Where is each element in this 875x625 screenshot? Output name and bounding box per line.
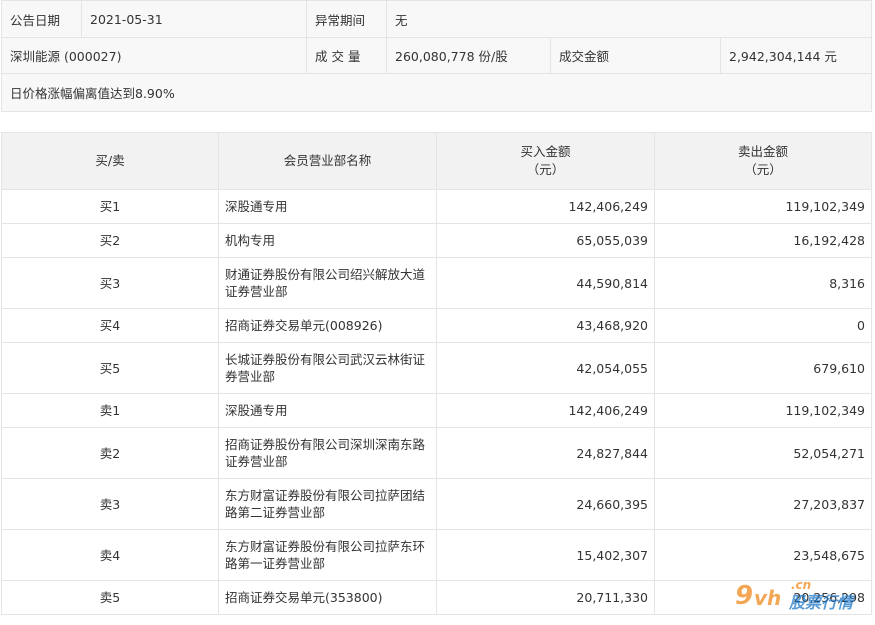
- buy-amount-cell: 142,406,249: [436, 189, 655, 224]
- stock-name: 深圳能源 (000027): [1, 37, 307, 74]
- table-row: 卖4 东方财富证券股份有限公司拉萨东环路第一证券营业部 15,402,307 23,5…: [1, 529, 872, 581]
- sell-amount-cell: 52,054,271: [654, 427, 872, 479]
- announce-date-value: 2021-05-31: [81, 0, 307, 38]
- branch-cell: 东方财富证券股份有限公司拉萨团结路第二证券营业部: [218, 478, 437, 530]
- side-cell: 卖4: [1, 529, 219, 581]
- table-row: 卖2 招商证券股份有限公司深圳深南东路证券营业部 24,827,844 52,054,…: [1, 427, 872, 479]
- sell-amount-cell: 0: [654, 308, 872, 343]
- abnormal-period-label: 异常期间: [306, 0, 387, 38]
- table-row: 卖3 东方财富证券股份有限公司拉萨团结路第二证券营业部 24,660,395 27,2…: [1, 478, 872, 530]
- sell-amount-cell: 679,610: [654, 342, 872, 394]
- sell-amount-cell: 119,102,349: [654, 189, 872, 224]
- buy-amount-cell: 15,402,307: [436, 529, 655, 581]
- branch-cell: 招商证券交易单元(353800): [218, 580, 437, 615]
- side-cell: 买2: [1, 223, 219, 258]
- side-cell: 买3: [1, 257, 219, 309]
- header-buy-amount: 买入金额 （元）: [436, 132, 655, 190]
- turnover-label: 成交金额: [550, 37, 721, 74]
- branch-cell: 机构专用: [218, 223, 437, 258]
- sell-amount-cell: 16,192,428: [654, 223, 872, 258]
- branch-cell: 招商证券交易单元(008926): [218, 308, 437, 343]
- sell-amount-cell: 119,102,349: [654, 393, 872, 428]
- table-row: 买2 机构专用 65,055,039 16,192,428: [1, 223, 872, 258]
- trade-detail-table: 买/卖 会员营业部名称 买入金额 （元） 卖出金额 （元） 买1 深股通专用 142…: [1, 132, 872, 615]
- table-row: 卖1 深股通专用 142,406,249 119,102,349: [1, 393, 872, 428]
- table-row: 买3 财通证券股份有限公司绍兴解放大道证券营业部 44,590,814 8,316: [1, 257, 872, 309]
- side-cell: 买4: [1, 308, 219, 343]
- header-branch: 会员营业部名称: [218, 132, 437, 190]
- table-row: 买5 长城证券股份有限公司武汉云林街证券营业部 42,054,055 679,610: [1, 342, 872, 394]
- header-sell-line1: 卖出金额: [737, 144, 788, 159]
- volume-label: 成 交 量: [306, 37, 387, 74]
- side-cell: 卖1: [1, 393, 219, 428]
- reason-text: 日价格涨幅偏离值达到8.90%: [0, 73, 873, 112]
- abnormal-period-value: 无: [385, 0, 873, 38]
- table-row: 买1 深股通专用 142,406,249 119,102,349: [1, 189, 872, 224]
- sell-amount-cell: 8,316: [654, 257, 872, 309]
- side-cell: 卖3: [1, 478, 219, 530]
- buy-amount-cell: 24,660,395: [436, 478, 655, 530]
- branch-cell: 深股通专用: [218, 189, 437, 224]
- announce-date-label: 公告日期: [1, 0, 82, 38]
- info-row-reason: 日价格涨幅偏离值达到8.90%: [0, 73, 873, 112]
- info-table: 公告日期 2021-05-31 异常期间 无 深圳能源 (000027) 成 交…: [0, 0, 873, 112]
- side-cell: 卖5: [1, 580, 219, 615]
- table-body: 买1 深股通专用 142,406,249 119,102,349 买2 机构专用 65,05…: [1, 189, 872, 615]
- sell-amount-cell: 27,203,837: [654, 478, 872, 530]
- header-side: 买/卖: [1, 132, 219, 190]
- header-buy-line2: （元）: [526, 162, 565, 177]
- buy-amount-cell: 42,054,055: [436, 342, 655, 394]
- header-sell-line2: （元）: [744, 162, 782, 177]
- branch-cell: 东方财富证券股份有限公司拉萨东环路第一证券营业部: [218, 529, 437, 581]
- info-row-volume: 深圳能源 (000027) 成 交 量 260,080,778 份/股 成交金额…: [1, 37, 873, 74]
- branch-cell: 长城证券股份有限公司武汉云林街证券营业部: [218, 342, 437, 394]
- side-cell: 买5: [1, 342, 219, 394]
- table-row: 卖5 招商证券交易单元(353800) 20,711,330 20,256,298: [1, 580, 872, 615]
- turnover-value: 2,942,304,144 元: [719, 37, 873, 74]
- side-cell: 买1: [1, 189, 219, 224]
- header-buy-line1: 买入金额: [520, 144, 571, 159]
- buy-amount-cell: 44,590,814: [436, 257, 655, 309]
- buy-amount-cell: 24,827,844: [436, 427, 655, 479]
- sell-amount-cell: 20,256,298: [654, 580, 872, 615]
- branch-cell: 深股通专用: [218, 393, 437, 428]
- branch-cell: 财通证券股份有限公司绍兴解放大道证券营业部: [218, 257, 437, 309]
- info-row-date: 公告日期 2021-05-31 异常期间 无: [1, 0, 873, 38]
- branch-cell: 招商证券股份有限公司深圳深南东路证券营业部: [218, 427, 437, 479]
- volume-value: 260,080,778 份/股: [386, 37, 551, 74]
- buy-amount-cell: 43,468,920: [436, 308, 655, 343]
- buy-amount-cell: 142,406,249: [436, 393, 655, 428]
- buy-amount-cell: 20,711,330: [436, 580, 655, 615]
- sell-amount-cell: 23,548,675: [654, 529, 872, 581]
- header-sell-amount: 卖出金额 （元）: [654, 132, 872, 190]
- side-cell: 卖2: [1, 427, 219, 479]
- table-row: 买4 招商证券交易单元(008926) 43,468,920 0: [1, 308, 872, 343]
- table-header-row: 买/卖 会员营业部名称 买入金额 （元） 卖出金额 （元）: [1, 132, 872, 190]
- buy-amount-cell: 65,055,039: [436, 223, 655, 258]
